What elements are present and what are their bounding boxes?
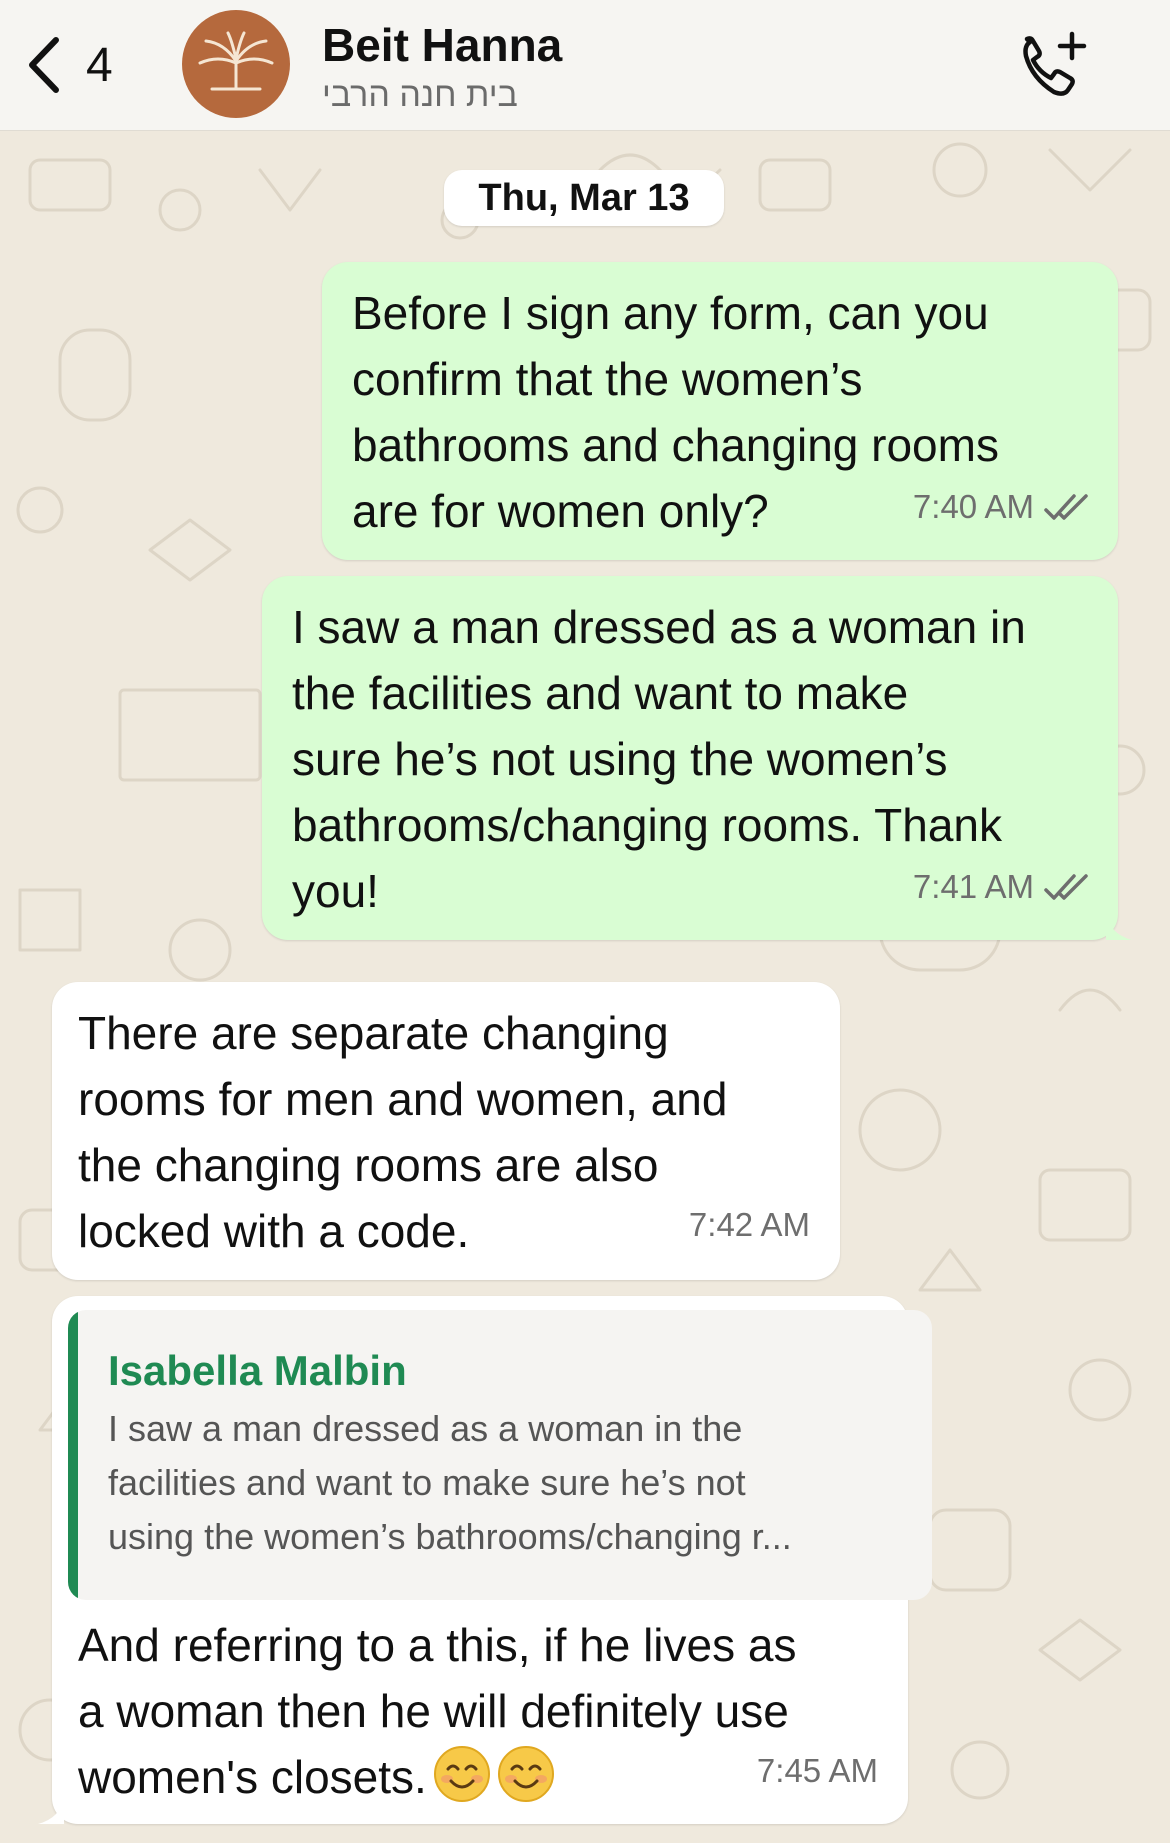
message-time: 7:42 AM	[688, 1206, 810, 1243]
message-bubble-outgoing[interactable]: Before I sign any form, can you confirm …	[322, 262, 1118, 560]
message-time: 7:40 AM	[912, 488, 1034, 525]
contact-name[interactable]: Beit Hanna	[322, 18, 562, 72]
add-call-button[interactable]	[1016, 28, 1092, 100]
smiling-face-icon	[497, 1746, 554, 1802]
message-bubble-incoming[interactable]: There are separate changing rooms for me…	[52, 982, 840, 1280]
message-time: 7:45 AM	[756, 1752, 878, 1789]
chat-header: 4 Beit Hanna בית חנה הרבי	[0, 0, 1170, 131]
add-call-icon	[1023, 31, 1087, 96]
message-bubble-incoming-reply[interactable]: Isabella Malbin I saw a man dressed as a…	[38, 1296, 932, 1824]
back-button[interactable]: 4	[24, 34, 113, 96]
quote-text: I saw a man dressed as a woman in the fa…	[108, 1408, 792, 1557]
quoted-message[interactable]: Isabella Malbin I saw a man dressed as a…	[68, 1310, 932, 1600]
bubble-tail	[38, 1798, 64, 1824]
contact-avatar[interactable]	[182, 10, 290, 118]
palm-logo-icon	[198, 31, 274, 91]
chevron-left-icon	[29, 37, 59, 93]
unread-count: 4	[86, 38, 113, 92]
double-check-icon	[1044, 874, 1088, 900]
smiling-face-icon	[433, 1746, 490, 1802]
message-time: 7:41 AM	[912, 868, 1034, 905]
message-meta: 7:41 AM	[913, 854, 1092, 920]
message-meta: 7:40 AM	[913, 474, 1092, 540]
message-bubble-outgoing[interactable]: I saw a man dressed as a woman in the fa…	[262, 576, 1132, 940]
double-check-icon	[1044, 494, 1088, 520]
quote-accent-bar	[68, 1310, 78, 1600]
date-separator: Thu, Mar 13	[444, 170, 724, 226]
contact-subtitle: בית חנה הרבי	[322, 76, 518, 114]
bubble-tail	[1106, 914, 1132, 940]
quote-author: Isabella Malbin	[108, 1347, 407, 1394]
message-meta: 7:45 AM	[757, 1738, 878, 1804]
message-meta: 7:42 AM	[689, 1192, 810, 1258]
